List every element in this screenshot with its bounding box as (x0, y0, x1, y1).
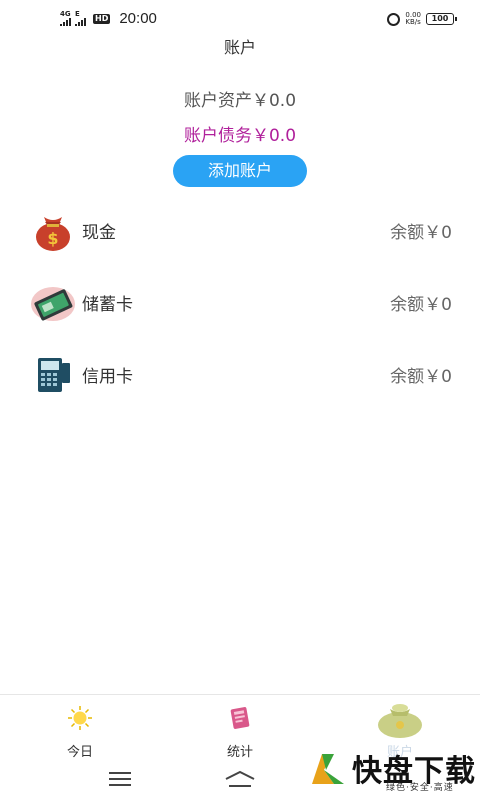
watermark-logo-icon (310, 752, 348, 790)
hd-badge: HD (93, 13, 111, 24)
tab-label: 统计 (226, 745, 253, 760)
account-row-credit-card[interactable]: 信用卡 余额￥0 (0, 340, 480, 412)
page-title: 账户 (223, 38, 256, 57)
status-time: 20:00 (119, 10, 157, 27)
status-left: 4G E HD 20:00 (60, 10, 157, 27)
total-debts: 账户债务￥0.0 (183, 126, 297, 146)
network-type-label-2: E (75, 10, 80, 18)
debit-card-icon (30, 282, 76, 324)
account-row-cash[interactable]: $ 现金 余额￥0 (0, 196, 480, 268)
status-bar: 4G E HD 20:00 0.00 KB/s 100 (0, 0, 480, 38)
signal-4g: 4G (60, 11, 71, 26)
signal-bars-icon (60, 18, 71, 26)
network-type-label: 4G (60, 10, 71, 18)
net-speed: 0.00 KB/s (405, 12, 421, 26)
tab-statistics[interactable]: 统计 (180, 695, 300, 765)
money-bag-icon (373, 699, 427, 743)
watermark-subtitle: 绿色·安全·高速 (386, 783, 454, 793)
net-speed-unit: KB/s (405, 18, 421, 26)
sun-icon (67, 705, 93, 735)
account-name: 现金 (82, 223, 116, 243)
menu-icon[interactable] (109, 772, 131, 786)
account-name: 信用卡 (82, 367, 133, 387)
alarm-icon (387, 12, 401, 26)
account-list: $ 现金 余额￥0 储蓄卡 余额￥0 信用卡 余额￥0 (0, 196, 480, 412)
tab-label: 今日 (66, 745, 93, 760)
svg-text:$: $ (47, 229, 58, 248)
money-bag-icon: $ (30, 210, 76, 252)
add-account-button[interactable]: 添加账户 (173, 155, 307, 187)
account-summary: 账户资产￥0.0 账户债务￥0.0 添加账户 (0, 86, 480, 187)
status-right: 0.00 KB/s 100 (387, 12, 457, 26)
notebook-icon (227, 705, 253, 735)
total-assets: 账户资产￥0.0 (183, 91, 297, 111)
account-name: 储蓄卡 (82, 295, 133, 315)
home-icon[interactable] (224, 770, 256, 792)
signal-bars-icon (75, 18, 86, 26)
battery-level: 100 (431, 14, 449, 23)
watermark: 快盘下载 绿色·安全·高速 (308, 748, 478, 793)
account-balance: 余额￥0 (390, 295, 452, 315)
account-balance: 余额￥0 (390, 223, 452, 243)
signal-e: E (75, 11, 86, 26)
account-balance: 余额￥0 (390, 367, 452, 387)
account-row-debit-card[interactable]: 储蓄卡 余额￥0 (0, 268, 480, 340)
pos-terminal-icon (30, 354, 76, 396)
tab-today[interactable]: 今日 (20, 695, 140, 765)
battery-icon: 100 (426, 13, 457, 25)
